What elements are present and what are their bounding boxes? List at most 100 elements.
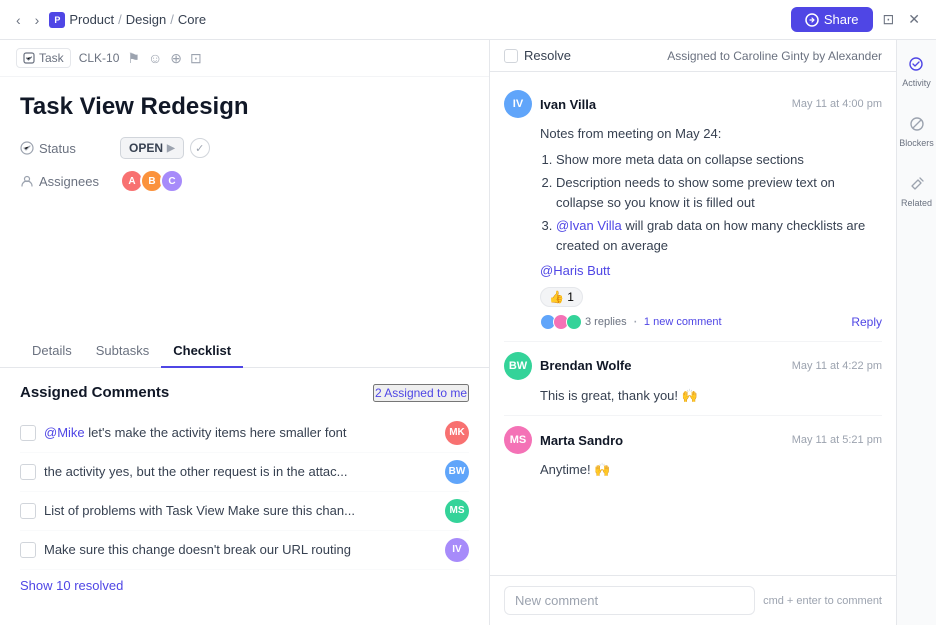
avatar-3[interactable]: C [160,169,184,193]
close-button[interactable]: ✕ [904,7,924,32]
share-button[interactable]: Share [791,7,873,32]
assignees-icon [20,174,34,188]
task-content: Task View Redesign Status OPEN ▶ ✓ [0,77,489,335]
blockers-label: Blockers [899,138,934,148]
comment-3-body: Anytime! 🙌 [540,460,882,480]
activity-sidebar: Activity Blockers [896,40,936,625]
task-type-badge: Task [16,48,71,68]
expand-button[interactable]: ⊡ [879,7,899,32]
checklist-text-4: Make sure this change doesn't break our … [44,542,437,557]
checklist-item-3: List of problems with Task View Make sur… [20,492,469,531]
comment-3-avatar: MS [504,426,532,454]
show-resolved-link[interactable]: Show 10 resolved [20,578,123,593]
breadcrumb-product[interactable]: Product [69,12,114,27]
task-id: CLK-10 [79,51,120,65]
task-toolbar: Task CLK-10 ⚑ ☺ ⊕ ⊡ [0,40,489,77]
section-header: Assigned Comments 2 Assigned to me [20,384,469,402]
status-label: Status [20,141,120,156]
item-avatar-3: MS [445,499,469,523]
assigned-by-text: Assigned to Caroline Ginty by Alexander [667,49,882,63]
comment-3: MS Marta Sandro May 11 at 5:21 pm Anytim… [490,416,896,490]
activity-label: Activity [902,78,931,88]
checklist-text-3: List of problems with Task View Make sur… [44,503,437,518]
resolve-checkbox[interactable] [504,49,518,63]
topbar-left: ‹ › P Product / Design / Core [12,10,206,30]
comment-1-author: IV Ivan Villa [504,90,596,118]
checklist-section: Assigned Comments 2 Assigned to me @Mike… [0,368,489,625]
image-icon[interactable]: ⊡ [190,50,202,67]
mention-haris[interactable]: @Haris Butt [540,263,610,278]
sidebar-blockers[interactable]: Blockers [895,108,936,152]
comment-2: BW Brendan Wolfe May 11 at 4:22 pm This … [490,342,896,416]
checkbox-1[interactable] [20,425,36,441]
section-title: Assigned Comments [20,384,169,401]
comment-3-time: May 11 at 5:21 pm [792,434,882,446]
status-complete-button[interactable]: ✓ [190,138,210,158]
topbar: ‹ › P Product / Design / Core Share ⊡ ✕ [0,0,936,40]
tab-checklist[interactable]: Checklist [161,335,243,368]
replies-count-1: 3 replies [585,316,627,328]
mention-ivan[interactable]: @Ivan Villa [556,218,622,233]
new-comment-badge-1: 1 new comment [644,316,722,328]
checklist-item-2: the activity yes, but the other request … [20,453,469,492]
product-icon: P [49,12,65,28]
item-avatar-2: BW [445,460,469,484]
comment-input-hint: cmd + enter to comment [763,595,882,607]
related-label: Related [901,198,932,208]
item-avatar-1: MK [445,421,469,445]
status-badge[interactable]: OPEN ▶ [120,137,184,159]
flag-icon[interactable]: ⚑ [127,50,140,67]
comment-input-area: cmd + enter to comment [490,575,896,625]
reply-av-3 [566,314,582,330]
comment-input[interactable] [504,586,755,615]
assigned-me-button[interactable]: 2 Assigned to me [373,384,469,402]
reaction-thumbsup[interactable]: 👍 1 [540,287,583,307]
activity-wrapper: Resolve Assigned to Caroline Ginty by Al… [490,40,936,625]
reply-button-1[interactable]: Reply [851,315,882,329]
task-icon [23,52,35,64]
tab-subtasks[interactable]: Subtasks [84,335,161,368]
comment-1-time: May 11 at 4:00 pm [792,98,882,110]
checkbox-4[interactable] [20,542,36,558]
comment-1-header: IV Ivan Villa May 11 at 4:00 pm [504,90,882,118]
sidebar-activity[interactable]: Activity [898,48,935,92]
checklist-item-1: @Mike let's make the activity items here… [20,414,469,453]
comment-1-name: Ivan Villa [540,97,596,112]
assignees-avatars: A B C [120,169,180,193]
back-button[interactable]: ‹ [12,10,25,30]
comment-3-author: MS Marta Sandro [504,426,623,454]
checkbox-3[interactable] [20,503,36,519]
right-panel: Resolve Assigned to Caroline Ginty by Al… [490,40,936,625]
comment-2-name: Brendan Wolfe [540,358,632,373]
comment-2-author: BW Brendan Wolfe [504,352,632,380]
tabs: Details Subtasks Checklist [0,335,489,368]
blockers-icon [905,112,929,136]
sidebar-related[interactable]: Related [897,168,936,212]
item-avatar-4: IV [445,538,469,562]
checklist-item-4: Make sure this change doesn't break our … [20,531,469,570]
checklist-text-1: @Mike let's make the activity items here… [44,425,437,440]
comment-2-header: BW Brendan Wolfe May 11 at 4:22 pm [504,352,882,380]
breadcrumb-design[interactable]: Design [126,12,166,27]
emoji-icon[interactable]: ☺ [148,50,162,66]
comment-1: IV Ivan Villa May 11 at 4:00 pm Notes fr… [490,80,896,341]
tab-details[interactable]: Details [20,335,84,368]
comment-1-avatar: IV [504,90,532,118]
tag-icon[interactable]: ⊕ [170,50,182,67]
comment-2-time: May 11 at 4:22 pm [792,360,882,372]
status-icon [20,141,34,155]
breadcrumb: P Product / Design / Core [49,12,206,28]
comments-list: IV Ivan Villa May 11 at 4:00 pm Notes fr… [490,72,896,575]
breadcrumb-core[interactable]: Core [178,12,206,27]
share-icon [805,13,819,27]
checklist-text-2: the activity yes, but the other request … [44,464,437,479]
forward-button[interactable]: › [31,10,44,30]
comment-3-header: MS Marta Sandro May 11 at 5:21 pm [504,426,882,454]
status-arrow-icon: ▶ [167,143,175,154]
comment-2-body: This is great, thank you! 🙌 [540,386,882,406]
activity-icon [904,52,928,76]
assignees-row: Assignees A B C [20,169,469,193]
comment-1-body: Notes from meeting on May 24: Show more … [540,124,882,281]
checkbox-2[interactable] [20,464,36,480]
resolve-bar: Resolve Assigned to Caroline Ginty by Al… [490,40,896,72]
